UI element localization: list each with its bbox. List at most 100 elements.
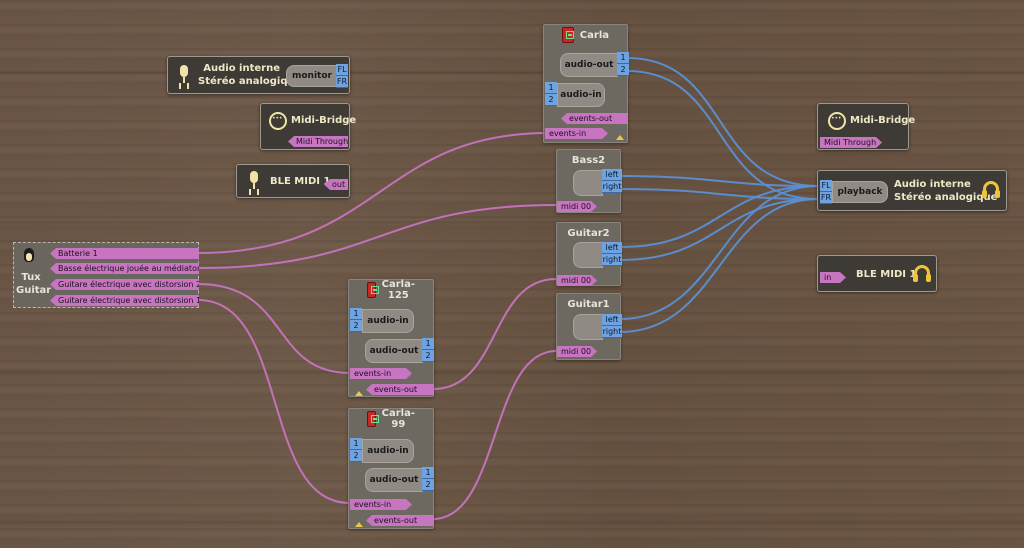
node-title-line1: Audio interne (203, 63, 280, 74)
tux-port-basse[interactable]: Basse électrique jouée au médiator 1 (50, 263, 199, 274)
audio-in-port-1[interactable]: 1 (545, 82, 557, 94)
audio-out-group[interactable] (573, 314, 603, 340)
midi-icon (828, 112, 846, 130)
node-title: Guitar1 (567, 298, 610, 310)
wire-carla-out2-to-playback-fr (626, 70, 819, 200)
audio-out-port-1[interactable]: 1 (617, 52, 629, 64)
tux-guitar-node[interactable]: Tux Guitar Batterie 1 Basse électrique j… (13, 242, 199, 308)
tux-port-guitare2[interactable]: Guitare électrique avec distorsion 2 (50, 279, 199, 290)
midi-icon (269, 112, 287, 130)
wire-tux-guitare2-to-carla125-events-in (197, 283, 351, 374)
audio-port-left[interactable]: left (602, 242, 622, 254)
audio-port-fl[interactable]: FL (336, 64, 348, 76)
collapse-arrow-icon[interactable] (616, 135, 624, 140)
audio-in-group[interactable]: audio-in (362, 309, 414, 333)
audio-out-group[interactable] (573, 170, 603, 196)
midi-in-port[interactable]: midi 00 (557, 201, 597, 212)
bass2-node[interactable]: Bass2 left right midi 00 (556, 149, 622, 213)
audio-out-port-2[interactable]: 2 (422, 350, 434, 362)
audio-out-port-2[interactable]: 2 (617, 64, 629, 76)
audio-out-port-1[interactable]: 1 (422, 467, 434, 479)
events-in-port[interactable]: events-in (350, 499, 412, 510)
tux-icon (20, 247, 38, 265)
tux-port-guitare1[interactable]: Guitare électrique avec distorsion 1 (50, 295, 199, 306)
wire-guitar1-left-to-playback-fl (619, 185, 819, 320)
wire-bass2-right-to-playback-fr (619, 188, 819, 200)
node-title: Guitar2 (567, 227, 610, 239)
events-out-port[interactable]: events-out (366, 515, 434, 526)
carla-icon (562, 27, 574, 43)
carla-node[interactable]: Carla audio-out 1 2 1 2 audio-in events-… (543, 24, 629, 143)
midi-bridge-right-node[interactable]: Midi-Bridge Midi Through (817, 103, 915, 150)
carla-99-node[interactable]: Carla-99 1 2 audio-in audio-out 1 2 even… (348, 408, 434, 529)
node-title: BLE MIDI 1 (856, 269, 917, 280)
wire-guitar2-right-to-playback-fr (619, 198, 819, 261)
audio-out-group[interactable] (573, 242, 603, 268)
audio-out-group[interactable]: audio-out (365, 468, 423, 492)
audio-port-left[interactable]: left (602, 169, 622, 181)
wire-guitar1-right-to-playback-fr (619, 198, 819, 333)
audio-port-right[interactable]: right (602, 326, 622, 338)
audio-port-right[interactable]: right (602, 181, 622, 193)
midi-through-port[interactable]: Midi Through (820, 137, 882, 148)
microphone-icon (246, 171, 262, 191)
node-title: Midi-Bridge (850, 115, 916, 126)
audio-port-fr[interactable]: FR (336, 76, 348, 88)
wire-guitar2-left-to-playback-fl (619, 185, 819, 248)
audio-out-group[interactable]: audio-out (560, 53, 618, 77)
events-out-port[interactable]: events-out (366, 384, 434, 395)
node-title: Carla-125 (381, 279, 415, 301)
guitar2-node[interactable]: Guitar2 left right midi 00 (556, 222, 622, 286)
midi-bridge-left-node[interactable]: Midi-Bridge Midi Through (260, 103, 356, 150)
node-title: Carla (579, 29, 609, 41)
playback-port-group[interactable]: playback (832, 181, 888, 203)
audio-in-port-2[interactable]: 2 (350, 450, 362, 462)
audio-port-left[interactable]: left (602, 314, 622, 326)
audio-port-fr[interactable]: FR (820, 192, 832, 204)
wire-carla-out1-to-playback-fl (626, 57, 819, 187)
tux-port-batterie[interactable]: Batterie 1 (50, 248, 199, 259)
wire-carla125-events-out-to-guitar2-midi (432, 278, 557, 390)
ble-midi-out-node[interactable]: BLE MIDI 1 out (236, 164, 350, 198)
audio-in-port-2[interactable]: 2 (350, 320, 362, 332)
node-title: Bass2 (571, 154, 606, 166)
midi-in-port[interactable]: midi 00 (557, 346, 597, 357)
audio-in-port-1[interactable]: 1 (350, 438, 362, 450)
node-title-line2: Guitar (16, 285, 52, 296)
audio-in-port-1[interactable]: 1 (350, 308, 362, 320)
collapse-arrow-icon[interactable] (355, 522, 363, 527)
audio-in-port-2[interactable]: 2 (545, 94, 557, 106)
audio-interne-monitor-node[interactable]: Audio interne Stéréo analogique monitor … (167, 56, 350, 94)
audio-port-right[interactable]: right (602, 254, 622, 266)
carla-125-node[interactable]: Carla-125 1 2 audio-in audio-out 1 2 eve… (348, 279, 434, 397)
events-in-port[interactable]: events-in (545, 128, 608, 139)
monitor-port-group[interactable]: monitor (286, 65, 338, 87)
events-out-port[interactable]: events-out (561, 113, 628, 124)
events-in-port[interactable]: events-in (350, 368, 412, 379)
node-title: Carla-99 (381, 408, 415, 430)
audio-port-fl[interactable]: FL (820, 180, 832, 192)
midi-through-port[interactable]: Midi Through (288, 136, 348, 147)
node-title: Midi-Bridge (291, 115, 357, 126)
carla-icon (367, 411, 379, 427)
audio-out-port-1[interactable]: 1 (422, 338, 434, 350)
collapse-arrow-icon[interactable] (355, 391, 363, 396)
node-title: BLE MIDI 1 (270, 176, 331, 187)
ble-midi-in-node[interactable]: in BLE MIDI 1 (817, 255, 937, 292)
node-title-line1: Tux (21, 272, 41, 283)
guitar1-node[interactable]: Guitar1 left right midi 00 (556, 293, 622, 360)
audio-out-group[interactable]: audio-out (365, 339, 423, 363)
wire-tux-basse-to-bass2-midi (197, 204, 557, 269)
microphone-icon (176, 65, 192, 85)
headphones-icon (981, 181, 1001, 199)
carla-icon (367, 282, 379, 298)
audio-in-group[interactable]: audio-in (557, 83, 605, 107)
wire-bass2-left-to-playback-fl (619, 175, 819, 187)
wire-tux-guitare1-to-carla99-events-in (197, 299, 351, 504)
audio-out-port-2[interactable]: 2 (422, 479, 434, 491)
audio-interne-playback-node[interactable]: FL FR playback Audio interne Stéréo anal… (817, 170, 1007, 211)
node-title-line2: Stéréo analogique (198, 76, 302, 87)
audio-in-group[interactable]: audio-in (362, 439, 414, 463)
midi-in-port[interactable]: midi 00 (557, 275, 597, 286)
midi-in-port[interactable]: in (820, 272, 846, 283)
